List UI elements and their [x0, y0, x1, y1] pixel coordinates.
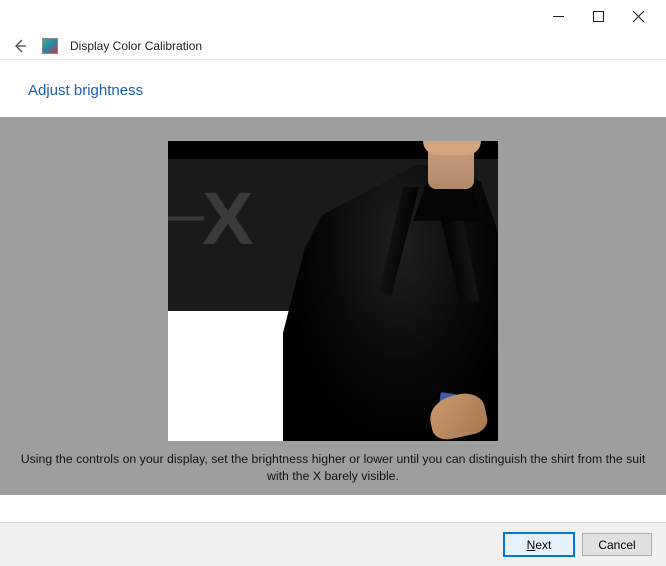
page-heading: Adjust brightness [28, 82, 638, 99]
sample-x-mark: X [202, 176, 250, 261]
maximize-icon[interactable] [578, 2, 618, 30]
brightness-sample-image: X [168, 141, 498, 441]
sample-figure [283, 141, 498, 441]
close-icon[interactable] [618, 2, 658, 30]
calibration-image-area: X Using the controls on your display, se… [0, 117, 666, 495]
header-bar: Display Color Calibration [0, 32, 666, 60]
instruction-text: Using the controls on your display, set … [3, 441, 663, 484]
window-title: Display Color Calibration [70, 39, 202, 53]
content-area: Adjust brightness X Using the controls o… [0, 60, 666, 495]
next-button[interactable]: Next [504, 533, 574, 556]
cancel-button[interactable]: Cancel [582, 533, 652, 556]
footer-bar: Next Cancel [0, 522, 666, 566]
back-arrow-icon[interactable] [10, 36, 30, 56]
minimize-icon[interactable] [538, 2, 578, 30]
window-titlebar [0, 0, 666, 32]
display-color-calibration-icon [42, 38, 58, 54]
